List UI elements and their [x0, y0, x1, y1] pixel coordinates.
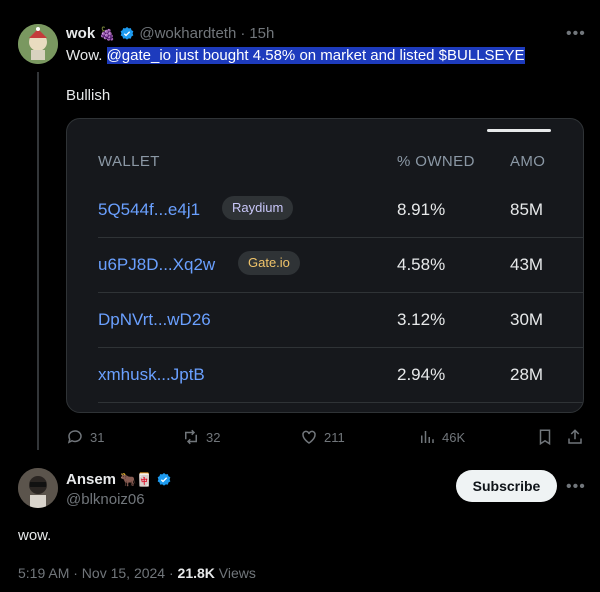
table-row: 5Q544f...e4j1 Raydium 8.91% 85M: [98, 183, 583, 238]
tweet-text-prefix: Wow.: [66, 47, 103, 64]
repost-button[interactable]: 32: [182, 428, 220, 446]
amount-value: 28M: [510, 365, 544, 384]
table-row: xmhusk...JptB 2.94% 28M: [98, 348, 583, 403]
wallet-tag: Raydium: [222, 196, 294, 220]
subscribe-button[interactable]: Subscribe: [456, 470, 557, 502]
more-icon[interactable]: •••: [566, 25, 586, 43]
tweet-actions: 31 32 211 46K: [66, 428, 586, 448]
views-count: 46K: [442, 429, 466, 445]
header-amount: AMO: [510, 153, 546, 170]
tweet-text: wow.: [18, 527, 52, 544]
wallet-link[interactable]: DpNVrt...wD26: [98, 310, 211, 330]
amount-value: 30M: [510, 310, 544, 329]
bookmark-button[interactable]: [536, 428, 554, 446]
wallet-link[interactable]: 5Q544f...e4j1: [98, 200, 200, 220]
avatar-image: [18, 468, 58, 508]
owned-value: 2.94%: [397, 365, 446, 384]
wallet-link[interactable]: u6PJ8D...Xq2w: [98, 255, 215, 275]
header-owned: % OWNED: [397, 153, 475, 170]
holders-card[interactable]: WALLET % OWNED AMO 5Q544f...e4j1 Raydium…: [66, 118, 584, 413]
views-count: 21.8K: [177, 565, 215, 581]
wallet-link[interactable]: xmhusk...JptB: [98, 365, 205, 385]
author-handle[interactable]: @wokhardteth: [139, 25, 236, 42]
separator-dot: ·: [240, 25, 246, 42]
author-handle[interactable]: @blknoiz06: [66, 491, 145, 508]
share-button[interactable]: [566, 428, 584, 446]
tweet-header: wok 🍇 @wokhardteth · 15h: [66, 25, 274, 42]
tweet-text: Wow. @gate_io just bought 4.58% on marke…: [66, 46, 525, 66]
owned-value: 4.58%: [397, 255, 446, 274]
views-label: Views: [218, 565, 256, 581]
separator-dot: ·: [168, 565, 178, 581]
author-name[interactable]: wok: [66, 25, 95, 42]
tweet-text-line2: Bullish: [66, 87, 111, 104]
amount-value: 85M: [510, 200, 544, 219]
avatar[interactable]: [18, 468, 58, 508]
avatar-image: [18, 24, 58, 64]
active-tab-indicator: [487, 129, 551, 132]
header-wallet: WALLET: [98, 153, 160, 170]
repost-icon: [185, 429, 197, 445]
tweet-header: Ansem 🐂🀄: [66, 471, 172, 488]
owned-value: 3.12%: [397, 310, 446, 329]
tweet-text-highlighted: @gate_io just bought 4.58% on market and…: [106, 47, 525, 64]
table-row: DpNVrt...wD26 3.12% 30M: [98, 293, 583, 348]
heart-icon: [302, 430, 316, 444]
tweet-timestamp[interactable]: 5:19 AM · Nov 15, 2024: [18, 565, 165, 581]
repost-count: 32: [206, 429, 221, 445]
table-row: u6PJ8D...Xq2w Gate.io 4.58% 43M: [98, 238, 583, 293]
like-count: 211: [324, 429, 345, 445]
like-button[interactable]: 211: [300, 428, 345, 446]
bookmark-icon: [539, 429, 551, 446]
reply-button[interactable]: 31: [66, 428, 104, 446]
views-button[interactable]: 46K: [418, 428, 465, 446]
analytics-icon: [421, 431, 434, 443]
reply-icon: [67, 430, 82, 444]
thread-line: [37, 72, 39, 450]
more-icon[interactable]: •••: [566, 478, 586, 496]
author-emoji: 🐂🀄: [120, 471, 153, 487]
amount-value: 43M: [510, 255, 544, 274]
verified-badge-icon: [121, 26, 134, 40]
author-emoji: 🍇: [99, 25, 116, 41]
avatar[interactable]: [18, 24, 58, 64]
author-name[interactable]: Ansem: [66, 471, 116, 488]
share-icon: [568, 429, 582, 444]
wallet-tag: Gate.io: [238, 251, 300, 275]
reply-count: 31: [90, 429, 105, 445]
tweet-meta: 5:19 AM · Nov 15, 2024 · 21.8K Views: [18, 565, 256, 581]
table-header: WALLET % OWNED AMO: [98, 153, 583, 173]
owned-value: 8.91%: [397, 200, 446, 219]
verified-badge-icon: [158, 472, 171, 486]
tweet-time[interactable]: 15h: [249, 25, 274, 42]
